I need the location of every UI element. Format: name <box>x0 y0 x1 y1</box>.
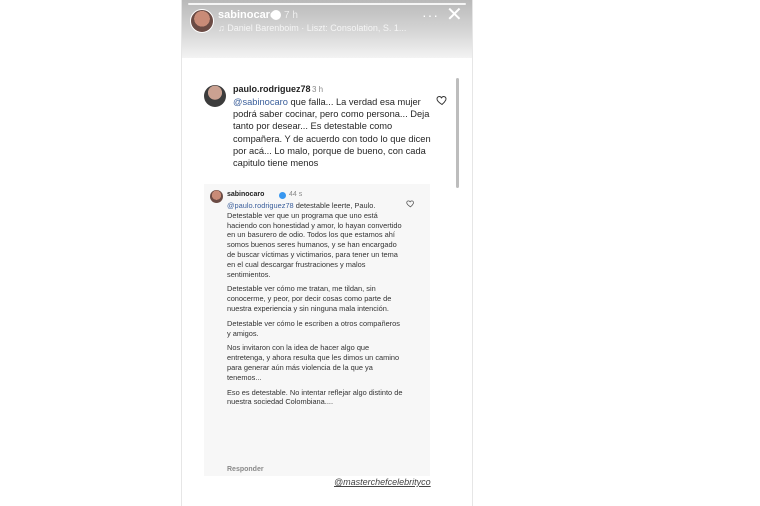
story-progress-bar <box>188 3 466 5</box>
image-credit: @masterchefcelebrityco <box>334 477 431 487</box>
comment-avatar[interactable] <box>204 85 226 107</box>
story-viewer: sabinocaro 7 h ♫ Daniel Barenboim · Lisz… <box>181 0 473 506</box>
comment-time: 3 h <box>312 85 324 94</box>
reply-paragraph: Detestable ver cómo le escriben a otros … <box>227 318 400 338</box>
avatar[interactable] <box>190 9 214 33</box>
story-username[interactable]: sabinocaro <box>218 9 277 21</box>
story-time: 7 h <box>284 10 298 21</box>
close-icon[interactable]: ✕ <box>446 5 463 25</box>
reply-username[interactable]: sabinocaro <box>227 191 264 198</box>
more-options-icon[interactable]: ··· <box>422 7 439 23</box>
verified-badge-icon <box>271 10 281 20</box>
reply-button[interactable]: Responder <box>227 466 264 473</box>
reply-paragraph: Nos invitaron con la idea de hacer algo … <box>227 343 400 382</box>
reply-mention[interactable]: @paulo.rodriguez78 <box>227 201 294 210</box>
reply-paragraph: Eso es detestable. No intentar reflejar … <box>227 387 403 407</box>
comment-mention[interactable]: @sabinocaro <box>233 97 288 107</box>
like-heart-icon[interactable] <box>436 94 448 106</box>
scrollbar[interactable] <box>456 78 459 188</box>
reply-time: 44 s <box>289 191 303 198</box>
reply-paragraph: Detestable ver cómo me tratan, me tildan… <box>227 284 392 313</box>
comment-username[interactable]: paulo.rodriguez78 <box>233 84 311 94</box>
music-title: Daniel Barenboim · Liszt: Consolation, S… <box>227 23 407 33</box>
story-header: sabinocaro 7 h ♫ Daniel Barenboim · Lisz… <box>182 0 472 58</box>
reply-like-heart-icon[interactable] <box>406 199 415 208</box>
reply-paragraph: @paulo.rodriguez78 detestable leerte, Pa… <box>227 201 403 279</box>
comment-text: @sabinocaro que falla... La verdad esa m… <box>233 96 433 169</box>
reply-avatar[interactable] <box>210 190 223 203</box>
reply-paragraph-text: detestable leerte, Paulo. Detestable ver… <box>227 201 402 279</box>
music-label[interactable]: ♫ Daniel Barenboim · Liszt: Consolation,… <box>218 23 406 33</box>
verified-badge-icon <box>279 192 286 199</box>
comment-body: que falla... La verdad esa mujer podrá s… <box>233 97 431 169</box>
reply-text: @paulo.rodriguez78 detestable leerte, Pa… <box>227 201 403 412</box>
